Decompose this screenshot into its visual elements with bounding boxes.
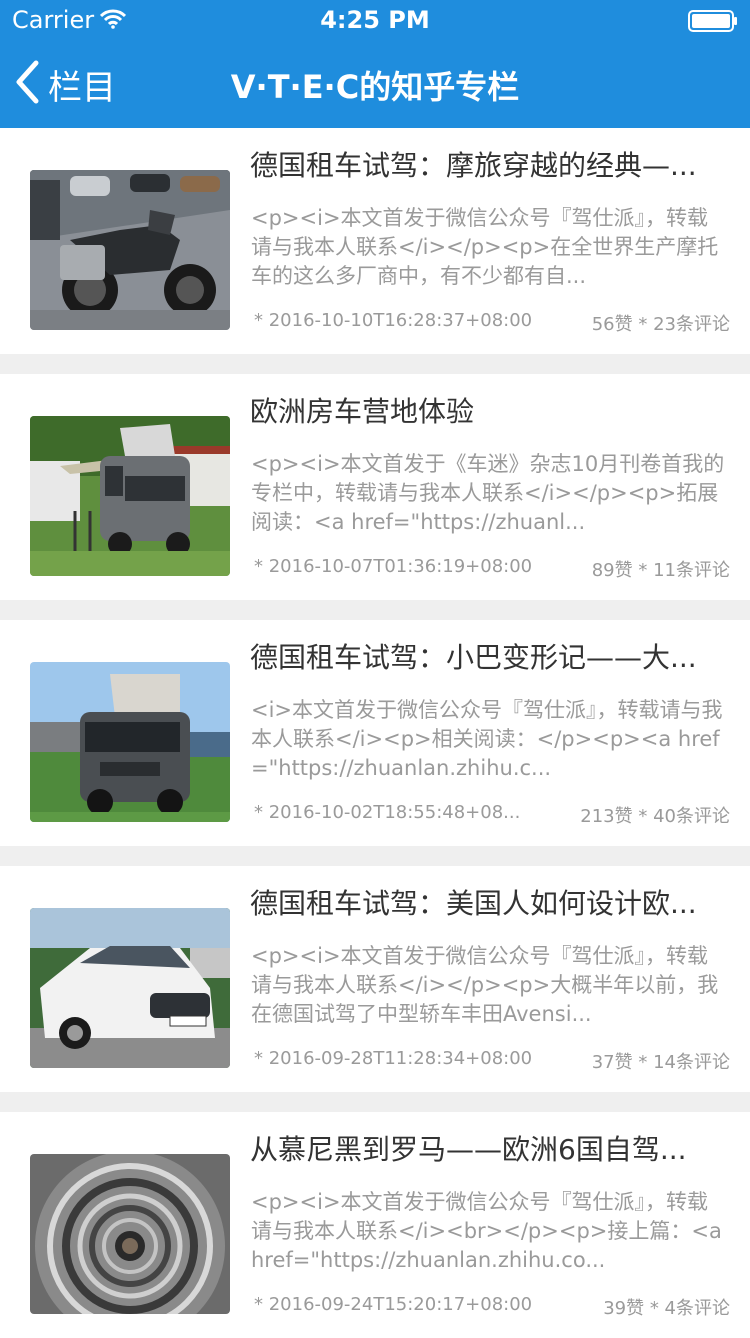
article-meta: * 2016-09-24T15:20:17+08:00 39赞 * 4条评论 <box>254 1294 730 1320</box>
article-thumbnail-spiral-staircase <box>30 1154 230 1314</box>
page-title-text: V·T·E·C的知乎专栏 <box>230 68 520 106</box>
article-date: * 2016-10-10T16:28:37+08:00 <box>254 310 533 331</box>
article-meta: * 2016-10-10T16:28:37+08:00 56赞 * 23条评论 <box>254 310 730 336</box>
article-date: * 2016-09-24T15:20:17+08:00 <box>254 1294 533 1315</box>
app-header: Carrier 4:25 PM 栏目 V·T·E·C的知乎专栏 <box>0 0 750 128</box>
navigation-bar: 栏目 V·T·E·C的知乎专栏 <box>0 40 750 128</box>
article-excerpt: <p><i>本文首发于微信公众号『驾仕派』，转载请与我本人联系</i></p><… <box>251 944 719 1026</box>
article-thumbnail-white-sedan <box>30 908 230 1068</box>
article-title: 德国租车试驾：摩旅穿越的经典—... <box>250 149 697 182</box>
article-title: 德国租车试驾：小巴变形记——大... <box>250 641 697 674</box>
article-title: 欧洲房车营地体验 <box>250 395 475 428</box>
article-date: * 2016-10-07T01:36:19+08:00 <box>254 556 533 577</box>
article-title: 从慕尼黑到罗马——欧洲6国自驾... <box>250 1133 687 1166</box>
article-card[interactable]: 从慕尼黑到罗马——欧洲6国自驾... <p><i>本文首发于微信公众号『驾仕派』… <box>0 1112 750 1338</box>
article-stats: 89赞 * 11条评论 <box>591 560 730 581</box>
article-meta: * 2016-10-07T01:36:19+08:00 89赞 * 11条评论 <box>254 556 730 582</box>
status-bar: Carrier 4:25 PM <box>0 0 750 40</box>
article-excerpt: <p><i>本文首发于微信公众号『驾仕派』，转载请与我本人联系</i><br><… <box>251 1190 722 1272</box>
article-thumbnail-camper-van-dark <box>30 662 230 822</box>
article-date: * 2016-10-02T18:55:48+08... <box>254 802 521 823</box>
article-card[interactable]: 欧洲房车营地体验 <p><i>本文首发于《车迷》杂志10月刊卷首我的专栏中，转载… <box>0 374 750 600</box>
article-stats: 37赞 * 14条评论 <box>591 1052 730 1073</box>
article-stats: 56赞 * 23条评论 <box>591 314 730 335</box>
article-meta: * 2016-10-02T18:55:48+08... 213赞 * 40条评论 <box>254 802 730 828</box>
article-title: 德国租车试驾：美国人如何设计欧... <box>250 887 697 920</box>
article-date: * 2016-09-28T11:28:34+08:00 <box>254 1048 533 1069</box>
article-thumbnail-motorcycle <box>30 170 230 330</box>
article-card[interactable]: 德国租车试驾：美国人如何设计欧... <p><i>本文首发于微信公众号『驾仕派』… <box>0 866 750 1092</box>
article-stats: 39赞 * 4条评论 <box>603 1298 730 1319</box>
article-excerpt: <p><i>本文首发于《车迷》杂志10月刊卷首我的专栏中，转载请与我本人联系</… <box>251 452 725 534</box>
status-time: 4:25 PM <box>320 6 430 34</box>
article-excerpt: <i>本文首发于微信公众号『驾仕派』，转载请与我本人联系</i><p>相关阅读：… <box>251 698 723 780</box>
article-thumbnail-camper-van <box>30 416 230 576</box>
article-stats: 213赞 * 40条评论 <box>580 806 730 827</box>
article-excerpt: <p><i>本文首发于微信公众号『驾仕派』，转载请与我本人联系</i></p><… <box>251 206 719 288</box>
article-card[interactable]: 德国租车试驾：摩旅穿越的经典—... <p><i>本文首发于微信公众号『驾仕派』… <box>0 128 750 354</box>
battery-icon <box>688 10 738 36</box>
article-card[interactable]: 德国租车试驾：小巴变形记——大... <i>本文首发于微信公众号『驾仕派』，转载… <box>0 620 750 846</box>
article-meta: * 2016-09-28T11:28:34+08:00 37赞 * 14条评论 <box>254 1048 730 1074</box>
page-title: V·T·E·C的知乎专栏 <box>0 62 750 108</box>
